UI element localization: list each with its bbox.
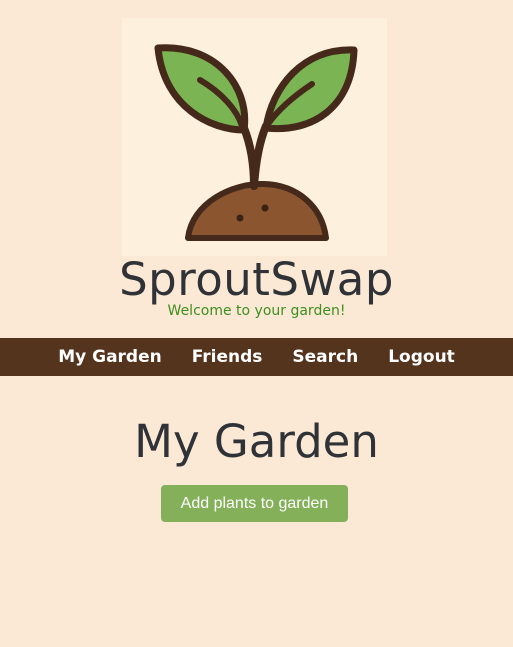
tagline: Welcome to your garden!	[167, 303, 346, 319]
nav-link-my-garden[interactable]: My Garden	[43, 338, 177, 376]
nav-link-friends[interactable]: Friends	[177, 338, 278, 376]
add-plants-button[interactable]: Add plants to garden	[161, 485, 348, 522]
nav-link-logout[interactable]: Logout	[373, 338, 470, 376]
site-title: SproutSwap	[119, 253, 394, 306]
nav-link-search[interactable]: Search	[277, 338, 373, 376]
navbar: My Garden Friends Search Logout	[0, 338, 513, 376]
page: SproutSwap Welcome to your garden! My Ga…	[0, 0, 513, 647]
page-heading: My Garden	[134, 415, 379, 468]
sprout-logo-icon	[122, 18, 387, 256]
